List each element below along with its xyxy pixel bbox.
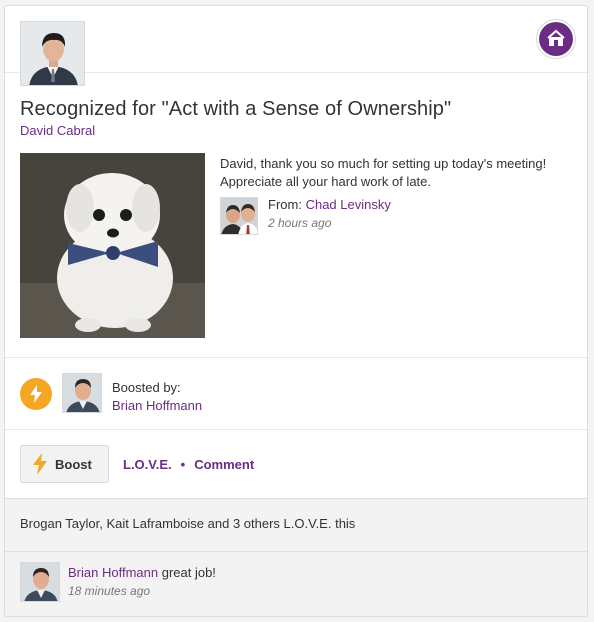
from-label: From: xyxy=(268,197,302,212)
post-timestamp: 2 hours ago xyxy=(268,216,332,230)
booster-avatar[interactable] xyxy=(62,373,102,413)
booster-name-link[interactable]: Brian Hoffmann xyxy=(112,398,202,413)
award-badge-icon xyxy=(547,29,565,46)
sender-name-link[interactable]: Chad Levinsky xyxy=(306,197,391,212)
section-divider xyxy=(5,429,587,430)
recipient-name-link[interactable]: David Cabral xyxy=(20,123,95,138)
love-link[interactable]: L.O.V.E. xyxy=(123,457,172,472)
dog-photo xyxy=(20,153,205,338)
person-avatar-icon xyxy=(21,563,59,601)
post-actions: L.O.V.E. • Comment xyxy=(123,457,254,472)
lightning-bolt-icon xyxy=(30,385,42,403)
comment: Brian Hoffmann great job! xyxy=(68,565,216,580)
person-avatar-icon xyxy=(21,22,84,85)
comment-timestamp: 18 minutes ago xyxy=(68,584,151,598)
section-divider xyxy=(5,357,587,358)
recognition-photo[interactable] xyxy=(20,153,205,338)
person-avatar-icon xyxy=(221,198,257,234)
recognition-card: Recognized for "Act with a Sense of Owne… xyxy=(4,5,588,617)
footer-divider xyxy=(5,551,587,552)
card-header xyxy=(5,6,587,86)
recognition-message: David, thank you so much for setting up … xyxy=(220,156,547,189)
person-avatar-icon xyxy=(63,374,101,412)
action-separator: • xyxy=(180,457,186,472)
recipient-avatar[interactable] xyxy=(20,21,85,86)
sender-avatar[interactable] xyxy=(220,197,258,235)
commenter-name-link[interactable]: Brian Hoffmann xyxy=(68,565,158,580)
lightning-bolt-icon xyxy=(33,453,47,475)
boost-button-label: Boost xyxy=(55,456,92,472)
comment-link[interactable]: Comment xyxy=(194,457,254,472)
comment-text: great job! xyxy=(161,565,216,580)
boost-button[interactable]: Boost xyxy=(20,445,109,483)
card-footer: Brogan Taylor, Kait Laframboise and 3 ot… xyxy=(5,498,587,616)
from-line: From: Chad Levinsky xyxy=(268,197,391,212)
boost-indicator xyxy=(20,378,52,410)
boosted-by-label: Boosted by: xyxy=(112,380,181,395)
award-badge[interactable] xyxy=(536,19,576,59)
recognition-title: Recognized for "Act with a Sense of Owne… xyxy=(20,98,452,120)
commenter-avatar[interactable] xyxy=(20,562,60,602)
love-summary[interactable]: Brogan Taylor, Kait Laframboise and 3 ot… xyxy=(20,516,355,531)
